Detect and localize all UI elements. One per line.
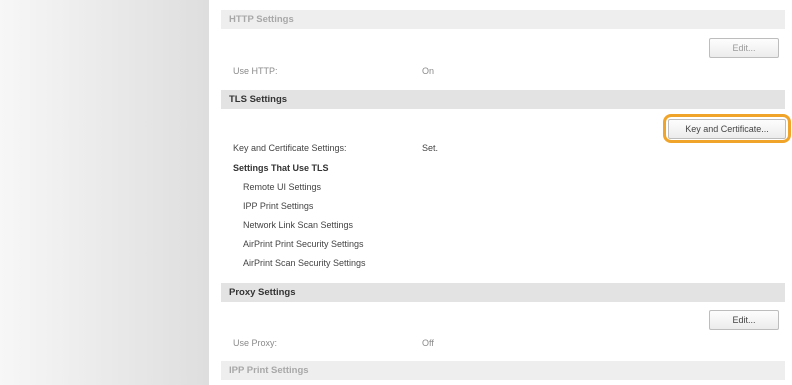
tls-item-network-link-scan: Network Link Scan Settings: [243, 220, 354, 230]
use-http-value: On: [422, 66, 435, 76]
use-proxy-value: Off: [422, 338, 434, 348]
tls-settings-header: TLS Settings: [221, 90, 785, 109]
ipp-print-settings-header: IPP Print Settings: [221, 361, 785, 380]
use-proxy-label: Use Proxy:: [233, 338, 278, 348]
proxy-settings-header: Proxy Settings: [221, 283, 785, 302]
use-http-label: Use HTTP:: [233, 66, 278, 76]
tls-item-remote-ui: Remote UI Settings: [243, 182, 322, 192]
settings-that-use-tls-heading: Settings That Use TLS: [233, 163, 329, 173]
http-settings-header: HTTP Settings: [221, 10, 785, 29]
proxy-edit-button[interactable]: Edit...: [709, 310, 779, 330]
left-navigation-panel: [0, 0, 209, 385]
tls-item-ipp-print: IPP Print Settings: [243, 201, 314, 211]
key-certificate-settings-label: Key and Certificate Settings:: [233, 143, 347, 153]
tls-item-airprint-print-security: AirPrint Print Security Settings: [243, 239, 364, 249]
tls-item-airprint-scan-security: AirPrint Scan Security Settings: [243, 258, 366, 268]
key-certificate-settings-value: Set.: [422, 143, 439, 153]
key-and-certificate-highlight: [663, 114, 791, 143]
http-edit-button[interactable]: Edit...: [709, 38, 779, 58]
settings-content: HTTP Settings Edit... Use HTTP: On TLS S…: [221, 0, 791, 385]
